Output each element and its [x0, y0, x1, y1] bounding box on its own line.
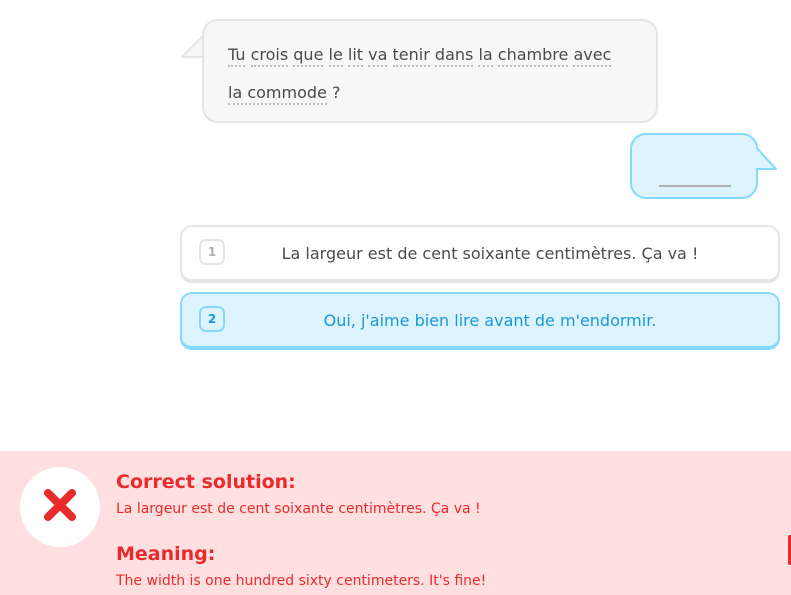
option-1[interactable]: 1 La largeur est de cent soixante centim… [180, 225, 780, 283]
prompt-word[interactable]: tenir [392, 45, 430, 67]
prompt-word[interactable]: lit [347, 45, 364, 67]
prompt-word[interactable]: dans [434, 45, 474, 67]
prompt-word-text: la [228, 83, 243, 102]
answer-bubble [630, 133, 758, 199]
meaning-label: Meaning: [116, 543, 216, 565]
prompt-word[interactable]: la [478, 45, 493, 67]
prompt-word[interactable]: crois [250, 45, 289, 67]
prompt-word-text: commode [247, 83, 327, 102]
close-x-icon [43, 488, 77, 526]
feedback-panel: Correct solution: La largeur est de cent… [0, 451, 791, 595]
prompt-word[interactable]: la commode [228, 83, 327, 105]
option-2[interactable]: 2 Oui, j'aime bien lire avant de m'endor… [180, 292, 780, 350]
prompt-word[interactable]: que [293, 45, 324, 67]
option-number: 1 [199, 239, 225, 265]
solution-label: Correct solution: [116, 471, 296, 493]
answer-blank [659, 185, 731, 187]
solution-text: La largeur est de cent soixante centimèt… [116, 501, 481, 517]
prompt-sentence: Tu crois que le lit va tenir dans la cha… [228, 36, 634, 112]
meaning-text: The width is one hundred sixty centimete… [116, 573, 487, 589]
option-text: La largeur est de cent soixante centimèt… [281, 243, 699, 263]
prompt-bubble: Tu crois que le lit va tenir dans la cha… [202, 19, 658, 123]
prompt-word[interactable]: chambre [497, 45, 569, 67]
prompt-word[interactable]: le [328, 45, 343, 67]
prompt-word[interactable]: Tu [228, 45, 246, 67]
option-text: Oui, j'aime bien lire avant de m'endormi… [323, 310, 657, 330]
answer-bubble-tail [750, 143, 778, 175]
option-number: 2 [199, 306, 225, 332]
prompt-word[interactable]: va [368, 45, 388, 67]
prompt-question-mark: ? [331, 83, 341, 102]
prompt-word[interactable]: avec [573, 45, 612, 67]
feedback-icon-circle [20, 467, 100, 547]
